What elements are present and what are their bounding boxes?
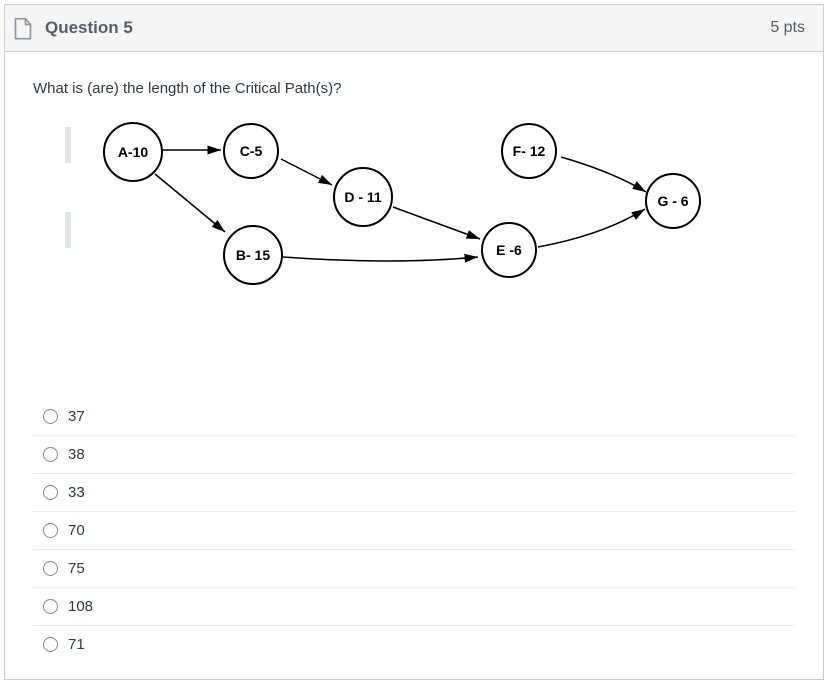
answer-label: 75 bbox=[68, 560, 85, 577]
node-a: A-10 bbox=[103, 122, 163, 182]
answer-label: 33 bbox=[68, 484, 85, 501]
node-g: G - 6 bbox=[645, 173, 701, 229]
question-body: What is (are) the length of the Critical… bbox=[5, 52, 823, 679]
header-left: Question 5 bbox=[13, 17, 133, 39]
answer-radio[interactable] bbox=[43, 409, 58, 424]
answer-option[interactable]: 108 bbox=[33, 588, 795, 626]
question-card: Question 5 5 pts What is (are) the lengt… bbox=[4, 4, 824, 680]
answer-label: 70 bbox=[68, 522, 85, 539]
answer-radio[interactable] bbox=[43, 637, 58, 652]
answer-label: 71 bbox=[68, 636, 85, 653]
node-e: E -6 bbox=[481, 222, 537, 278]
node-b: B- 15 bbox=[223, 225, 283, 285]
answer-label: 108 bbox=[68, 598, 93, 615]
question-title: Question 5 bbox=[45, 18, 133, 38]
answer-option[interactable]: 33 bbox=[33, 474, 795, 512]
answer-label: 38 bbox=[68, 446, 85, 463]
file-icon bbox=[13, 17, 33, 39]
answer-option[interactable]: 71 bbox=[33, 626, 795, 669]
answer-radio[interactable] bbox=[43, 523, 58, 538]
node-d: D - 11 bbox=[333, 167, 393, 227]
node-f: F- 12 bbox=[501, 123, 557, 179]
answer-radio[interactable] bbox=[43, 485, 58, 500]
answer-option[interactable]: 75 bbox=[33, 550, 795, 588]
answer-radio[interactable] bbox=[43, 447, 58, 462]
answer-label: 37 bbox=[68, 408, 85, 425]
answer-radio[interactable] bbox=[43, 561, 58, 576]
question-text: What is (are) the length of the Critical… bbox=[33, 80, 795, 97]
question-points: 5 pts bbox=[770, 19, 805, 37]
question-header: Question 5 5 pts bbox=[5, 5, 823, 52]
answer-radio[interactable] bbox=[43, 599, 58, 614]
answer-option[interactable]: 38 bbox=[33, 436, 795, 474]
answer-option[interactable]: 70 bbox=[33, 512, 795, 550]
node-c: C-5 bbox=[223, 123, 279, 179]
answer-option[interactable]: 37 bbox=[33, 398, 795, 436]
answer-list: 37 38 33 70 75 108 bbox=[33, 397, 795, 669]
critical-path-diagram: A-10 C-5 D - 11 F- 12 B- 15 E -6 G - 6 bbox=[33, 117, 793, 357]
